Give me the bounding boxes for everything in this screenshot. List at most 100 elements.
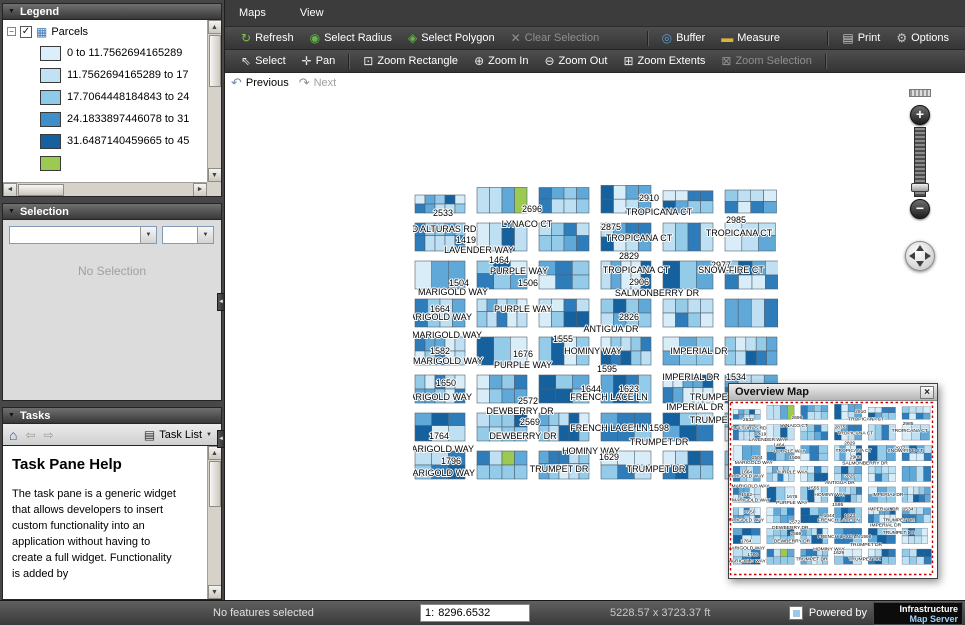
parcel[interactable] [539, 389, 556, 403]
parcel[interactable] [577, 223, 590, 236]
zoom-slider-track[interactable] [914, 127, 926, 197]
tree-expander-icon[interactable]: − [7, 27, 16, 36]
parcel[interactable] [577, 188, 590, 200]
parcel[interactable] [564, 312, 577, 327]
parcel[interactable] [564, 223, 577, 236]
parcel[interactable] [725, 202, 738, 214]
parcel[interactable] [539, 375, 556, 389]
overview-map-content[interactable] [729, 401, 937, 578]
pan-button[interactable]: ✛Pan [294, 53, 344, 69]
overview-map-titlebar[interactable]: Overview Map × [729, 384, 937, 401]
buffer-button[interactable]: ◎Buffer [654, 30, 714, 46]
selection-panel-header[interactable]: ▼ Selection [2, 203, 222, 220]
tasks-panel-header[interactable]: ▼ Tasks [2, 407, 222, 424]
print-button[interactable]: ▤Print [834, 30, 888, 46]
parcel[interactable] [502, 451, 515, 465]
selection-layer-select[interactable]: ▼ [9, 226, 157, 244]
parcel[interactable] [756, 351, 766, 365]
parcel[interactable] [425, 195, 435, 204]
selection-page-select[interactable]: ▼ [162, 226, 214, 244]
parcel[interactable] [490, 451, 503, 465]
slider-zoom-out-button[interactable]: − [910, 199, 930, 219]
parcel[interactable] [425, 236, 435, 251]
parcel[interactable] [764, 202, 777, 214]
parcel[interactable] [725, 190, 738, 202]
scrollbar-thumb[interactable] [209, 35, 221, 87]
parcel[interactable] [477, 187, 490, 213]
parcel[interactable] [701, 451, 714, 465]
parcel[interactable] [425, 375, 435, 389]
parcel[interactable] [618, 451, 635, 465]
parcel[interactable] [490, 465, 503, 479]
parcel[interactable] [631, 337, 641, 351]
parcel[interactable] [564, 236, 577, 251]
zoom-slider-handle[interactable] [911, 183, 929, 192]
parcel[interactable] [676, 451, 689, 465]
parcel[interactable] [663, 388, 673, 403]
parcel[interactable] [663, 191, 676, 201]
parcel[interactable] [415, 236, 425, 251]
parcel[interactable] [552, 223, 565, 236]
parcel[interactable] [676, 191, 689, 201]
next-view-button[interactable]: ↷Next [299, 76, 337, 89]
parcel[interactable] [556, 261, 573, 275]
parcel[interactable] [455, 195, 465, 204]
parcel[interactable] [688, 191, 701, 201]
parcel[interactable] [572, 261, 589, 275]
scrollbar-thumb[interactable] [209, 461, 221, 507]
parcel[interactable] [552, 199, 565, 213]
legend-vertical-scrollbar[interactable]: ▲ ▼ [207, 20, 221, 182]
parcel[interactable] [552, 299, 565, 312]
previous-view-button[interactable]: ↶Previous [231, 76, 289, 89]
parcel[interactable] [701, 191, 714, 201]
close-icon[interactable]: × [920, 386, 934, 399]
select-polygon-button[interactable]: ◈Select Polygon [400, 30, 503, 46]
parcel[interactable] [549, 451, 559, 464]
parcel[interactable] [701, 201, 714, 213]
parcel[interactable] [688, 451, 701, 465]
parcel[interactable] [415, 261, 432, 289]
parcel[interactable] [435, 195, 445, 204]
map-canvas[interactable]: 291025332696TROPICANA CTLYNACO CT2875298… [413, 183, 778, 503]
parcel[interactable] [746, 337, 756, 351]
parcel[interactable] [641, 351, 651, 365]
parcel[interactable] [539, 451, 549, 464]
parcel[interactable] [688, 465, 701, 479]
sidebar-collapse-handle[interactable]: ◄ [217, 293, 225, 311]
legend-horizontal-scrollbar[interactable]: ◄ ► [3, 182, 207, 196]
parcel[interactable] [559, 413, 569, 426]
parcel[interactable] [751, 190, 764, 202]
parcel[interactable] [614, 185, 627, 199]
parcel[interactable] [614, 199, 627, 213]
parcel[interactable] [626, 185, 639, 199]
parcel[interactable] [621, 337, 631, 351]
parcel[interactable] [502, 465, 515, 479]
parcel[interactable] [751, 299, 764, 327]
parcel[interactable] [490, 389, 503, 403]
parcel[interactable] [688, 223, 701, 251]
parcel[interactable] [415, 375, 425, 389]
parcel[interactable] [432, 413, 449, 426]
zoom-extents-button[interactable]: ⊞Zoom Extents [615, 53, 713, 69]
back-icon[interactable]: ⇦ [25, 429, 35, 441]
taskpane-collapse-handle[interactable]: ◄ [217, 430, 225, 448]
parcel[interactable] [688, 313, 701, 327]
parcel[interactable] [502, 187, 515, 213]
parcel[interactable] [448, 413, 465, 426]
parcel[interactable] [415, 413, 432, 426]
parcel[interactable] [765, 261, 778, 275]
parcel[interactable] [477, 451, 490, 465]
parcel[interactable] [725, 299, 738, 327]
parcel[interactable] [556, 375, 573, 389]
zoom-out-button[interactable]: ⊖Zoom Out [536, 53, 615, 69]
task-vertical-scrollbar[interactable]: ▲ ▼ [207, 446, 221, 599]
parcel[interactable] [477, 427, 490, 441]
parcel[interactable] [552, 188, 565, 200]
menu-maps[interactable]: Maps [233, 2, 272, 24]
parcel[interactable] [559, 426, 569, 441]
select-button[interactable]: ⇖Select [233, 53, 294, 69]
parcel[interactable] [415, 204, 425, 213]
parcel[interactable] [752, 275, 766, 289]
select-radius-button[interactable]: ◉Select Radius [302, 30, 400, 46]
parcel[interactable] [601, 465, 618, 479]
